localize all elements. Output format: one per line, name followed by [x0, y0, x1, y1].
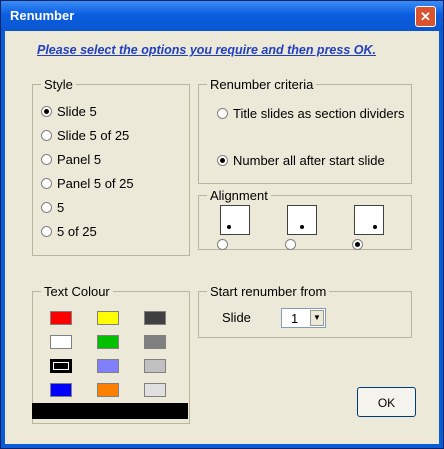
alignment-dot: [373, 225, 377, 229]
style-option-5[interactable]: 5: [41, 200, 64, 215]
start-slide-value: 1: [291, 311, 299, 326]
chevron-down-icon[interactable]: ▼: [310, 310, 324, 326]
instruction-text: Please select the options you require an…: [37, 43, 376, 57]
colour-swatch[interactable]: [97, 311, 119, 325]
style-option-panel-5-of-25[interactable]: Panel 5 of 25: [41, 176, 134, 191]
start-slide-label: Slide: [222, 310, 251, 325]
style-option-label: Panel 5: [57, 152, 102, 167]
alignment-dot: [300, 225, 304, 229]
ok-button[interactable]: OK: [357, 387, 416, 417]
radio-icon[interactable]: [41, 226, 52, 237]
colour-swatch[interactable]: [144, 311, 166, 325]
text-colour-preview: [32, 403, 188, 419]
radio-icon[interactable]: [41, 106, 52, 117]
colour-swatch[interactable]: [97, 383, 119, 397]
radio-icon[interactable]: [41, 154, 52, 165]
style-option-label: Panel 5 of 25: [57, 176, 134, 191]
style-option-5-of-25[interactable]: 5 of 25: [41, 224, 97, 239]
colour-swatch[interactable]: [50, 359, 72, 373]
radio-icon[interactable]: [41, 202, 52, 213]
colour-swatch[interactable]: [144, 335, 166, 349]
colour-swatch[interactable]: [97, 335, 119, 349]
alignment-bottom-center-preview[interactable]: [287, 205, 317, 235]
radio-icon[interactable]: [217, 155, 228, 166]
alignment-radio-bottom-right[interactable]: [352, 239, 363, 250]
style-option-slide-5-of-25[interactable]: Slide 5 of 25: [41, 128, 129, 143]
criteria-option-title-slides[interactable]: Title slides as section dividers: [217, 106, 404, 121]
colour-swatch[interactable]: [144, 359, 166, 373]
alignment-radio-bottom-left[interactable]: [217, 239, 228, 250]
close-icon[interactable]: ✕: [415, 6, 436, 27]
start-slide-select[interactable]: 1 ▼: [281, 308, 326, 328]
window-title: Renumber: [10, 8, 75, 23]
criteria-legend: Renumber criteria: [210, 77, 314, 92]
criteria-option-label: Title slides as section dividers: [233, 106, 405, 121]
dialog-body: Please select the options you require an…: [5, 31, 439, 444]
radio-icon[interactable]: [41, 178, 52, 189]
colour-swatch[interactable]: [50, 335, 72, 349]
alignment-bottom-left-preview[interactable]: [220, 205, 250, 235]
style-option-panel-5[interactable]: Panel 5: [41, 152, 101, 167]
criteria-option-number-all[interactable]: Number all after start slide: [217, 153, 385, 168]
colour-swatch[interactable]: [50, 383, 72, 397]
style-option-slide-5[interactable]: Slide 5: [41, 104, 97, 119]
style-legend: Style: [44, 77, 73, 92]
colour-swatch[interactable]: [50, 311, 72, 325]
style-option-label: 5: [57, 200, 65, 215]
alignment-dot: [227, 225, 231, 229]
renumber-dialog: Renumber ✕ Please select the options you…: [0, 0, 444, 449]
colour-swatch[interactable]: [97, 359, 119, 373]
alignment-bottom-right-preview[interactable]: [354, 205, 384, 235]
colour-swatch[interactable]: [144, 383, 166, 397]
criteria-option-label: Number all after start slide: [233, 153, 385, 168]
style-option-label: Slide 5: [57, 104, 97, 119]
radio-icon[interactable]: [41, 130, 52, 141]
title-bar[interactable]: Renumber ✕: [1, 1, 443, 31]
text-colour-legend: Text Colour: [44, 284, 110, 299]
radio-icon[interactable]: [217, 108, 228, 119]
alignment-legend: Alignment: [210, 188, 268, 203]
start-legend: Start renumber from: [210, 284, 327, 299]
style-option-label: Slide 5 of 25: [57, 128, 130, 143]
style-option-label: 5 of 25: [57, 224, 97, 239]
alignment-radio-bottom-center[interactable]: [285, 239, 296, 250]
